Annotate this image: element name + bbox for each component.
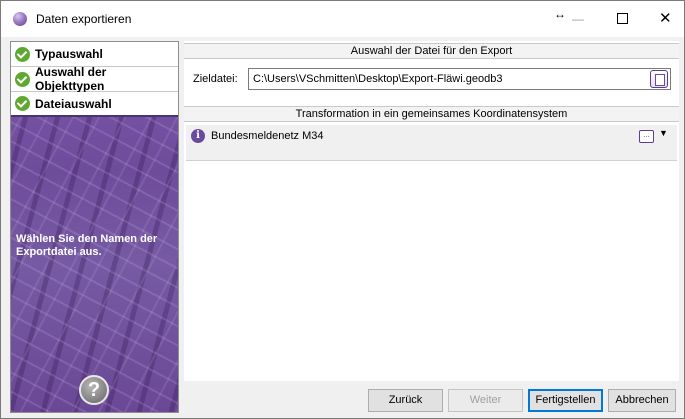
crs-more-button[interactable]: ... bbox=[639, 130, 654, 143]
target-file-input[interactable]: C:\Users\VSchmitten\Desktop\Export-Fläwi… bbox=[248, 68, 671, 90]
target-file-row: Zieldatei: C:\Users\VSchmitten\Desktop\E… bbox=[184, 60, 679, 96]
check-icon bbox=[15, 96, 30, 111]
step-list: Typauswahl Auswahl der Objekttypen Datei… bbox=[11, 42, 178, 117]
maximize-button[interactable] bbox=[617, 13, 628, 24]
file-section-header: Auswahl der Datei für den Export bbox=[184, 43, 679, 59]
step-label: Auswahl der Objekttypen bbox=[35, 65, 107, 93]
minimize-button[interactable]: — bbox=[572, 12, 584, 26]
crs-value: Bundesmeldenetz M34 bbox=[211, 130, 324, 142]
help-icon[interactable]: ? bbox=[79, 375, 109, 405]
finish-button[interactable]: Fertigstellen bbox=[528, 389, 603, 412]
step-label: Dateiauswahl bbox=[35, 96, 112, 111]
content-panel: Auswahl der Datei für den Export Zieldat… bbox=[184, 41, 679, 381]
target-file-value: C:\Users\VSchmitten\Desktop\Export-Fläwi… bbox=[253, 73, 503, 85]
step-typauswahl[interactable]: Typauswahl bbox=[11, 42, 178, 67]
step-hint: Wählen Sie den Namen der Exportdatei aus… bbox=[16, 233, 158, 258]
crs-section-header: Transformation in ein gemeinsames Koordi… bbox=[184, 106, 679, 122]
wizard-sidebar: Typauswahl Auswahl der Objekttypen Datei… bbox=[10, 41, 179, 413]
step-objekttypen[interactable]: Auswahl der Objekttypen bbox=[11, 65, 178, 93]
info-icon[interactable]: i bbox=[191, 129, 205, 143]
cancel-button[interactable]: Abbrechen bbox=[608, 389, 676, 412]
title-bar: Daten exportieren ↔ — ✕ bbox=[1, 1, 684, 37]
back-button[interactable]: Zurück bbox=[368, 389, 443, 412]
check-icon bbox=[15, 71, 30, 87]
chevron-down-icon[interactable]: ▼ bbox=[659, 128, 668, 138]
check-icon bbox=[15, 46, 30, 62]
browse-file-icon[interactable] bbox=[650, 70, 668, 88]
export-dialog: Daten exportieren ↔ — ✕ Typauswahl Auswa… bbox=[0, 0, 685, 419]
target-file-label: Zieldatei: bbox=[193, 73, 238, 85]
step-label: Typauswahl bbox=[35, 47, 103, 61]
next-button[interactable]: Weiter bbox=[448, 389, 523, 412]
step-dateiauswahl[interactable]: Dateiauswahl bbox=[11, 92, 178, 117]
close-button[interactable]: ✕ bbox=[659, 9, 672, 27]
app-icon bbox=[13, 12, 27, 26]
window-title: Daten exportieren bbox=[36, 12, 132, 26]
resize-arrows-icon[interactable]: ↔ bbox=[554, 7, 566, 21]
crs-selector[interactable]: i Bundesmeldenetz M34 ... ▼ bbox=[186, 125, 677, 161]
